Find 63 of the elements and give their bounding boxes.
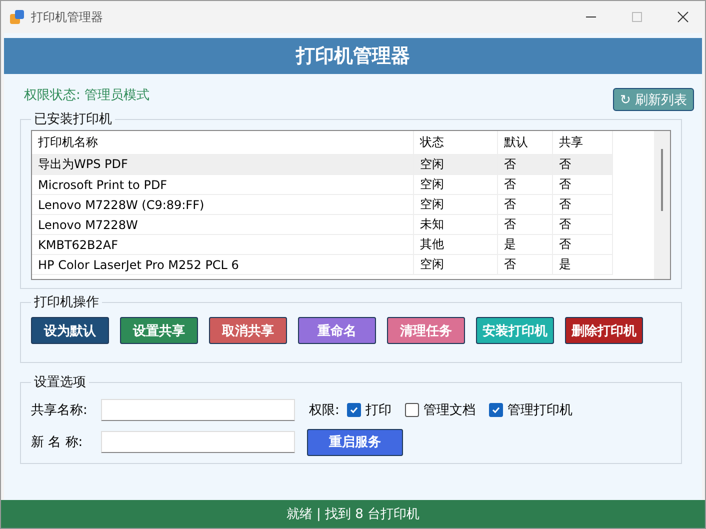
share-name-field[interactable] [101, 399, 295, 421]
table-cell: 否 [553, 235, 613, 254]
column-header[interactable]: 共享 [553, 131, 613, 154]
table-cell: 否 [498, 195, 553, 214]
table-cell: 未知 [414, 215, 498, 234]
permission-label: 权限: [309, 402, 340, 419]
field-label: 共享名称: [31, 402, 88, 419]
column-header[interactable]: 打印机名称 [32, 131, 414, 154]
table-cell: 否 [553, 195, 613, 214]
checkbox-label: 管理文档 [423, 402, 476, 419]
group-title: 打印机操作 [33, 294, 100, 311]
checkbox[interactable] [489, 403, 504, 417]
status-text: 就绪 | 找到 8 台打印机 [286, 506, 420, 523]
table-row[interactable]: Microsoft Print to PDF 空闲 否 否 [32, 175, 613, 195]
column-header[interactable]: 默认 [498, 131, 553, 154]
table-cell: 空闲 [414, 155, 498, 174]
app-icon [9, 9, 25, 25]
action-button[interactable]: 取消共享 [209, 317, 287, 344]
table-cell: 导出为WPS PDF [32, 155, 414, 174]
table-row[interactable]: KMBT62B2AF 其他 是 否 [32, 235, 613, 255]
permission-status: 权限状态: 管理员模式 [24, 87, 150, 104]
scrollbar[interactable] [654, 131, 670, 279]
header-title: 打印机管理器 [296, 44, 410, 69]
table-cell: Lenovo M7228W (C9:89:FF) [32, 195, 414, 214]
table-cell: KMBT62B2AF [32, 235, 414, 254]
column-header[interactable]: 状态 [414, 131, 498, 154]
table-cell: 否 [498, 215, 553, 234]
new-name-field[interactable] [101, 431, 295, 453]
table-cell: HP Color LaserJet Pro M252 PCL 6 [32, 255, 414, 274]
table-cell: 其他 [414, 235, 498, 254]
checkmark-icon [349, 405, 360, 415]
table-cell: Lenovo M7228W [32, 215, 414, 234]
table-cell: 否 [498, 255, 553, 274]
action-button[interactable]: 删除打印机 [565, 317, 643, 344]
field-label: 新 名 称: [31, 434, 84, 451]
checkbox-label: 管理打印机 [507, 402, 572, 419]
table-cell: 否 [553, 175, 613, 194]
checkmark-icon [491, 405, 502, 415]
action-button[interactable]: 设置共享 [120, 317, 198, 344]
close-icon[interactable] [677, 11, 689, 23]
checkbox[interactable] [347, 403, 362, 417]
group-title: 设置选项 [33, 374, 87, 391]
table-row[interactable]: 导出为WPS PDF 空闲 否 否 [32, 155, 613, 175]
group-title: 已安装打印机 [33, 111, 113, 128]
checkbox[interactable] [405, 403, 420, 417]
table-cell: 空闲 [414, 195, 498, 214]
table-cell: 空闲 [414, 255, 498, 274]
table-cell: 否 [498, 175, 553, 194]
table-cell: Microsoft Print to PDF [32, 175, 414, 194]
table-cell: 空闲 [414, 175, 498, 194]
restart-service-button[interactable]: 重启服务 [307, 428, 403, 456]
table-cell: 否 [498, 155, 553, 174]
table-cell: 是 [553, 255, 613, 274]
table-row[interactable]: Lenovo M7228W 未知 否 否 [32, 215, 613, 235]
table-cell: 否 [553, 215, 613, 234]
action-button[interactable]: 重命名 [298, 317, 376, 344]
table-cell: 是 [498, 235, 553, 254]
window-title: 打印机管理器 [31, 8, 103, 26]
table-cell: 否 [553, 155, 613, 174]
action-button[interactable]: 设为默认 [31, 317, 109, 344]
checkbox-label: 打印 [365, 402, 392, 419]
table-row[interactable]: Lenovo M7228W (C9:89:FF) 空闲 否 否 [32, 195, 613, 215]
table-row[interactable]: HP Color LaserJet Pro M252 PCL 6 空闲 否 是 [32, 255, 613, 275]
